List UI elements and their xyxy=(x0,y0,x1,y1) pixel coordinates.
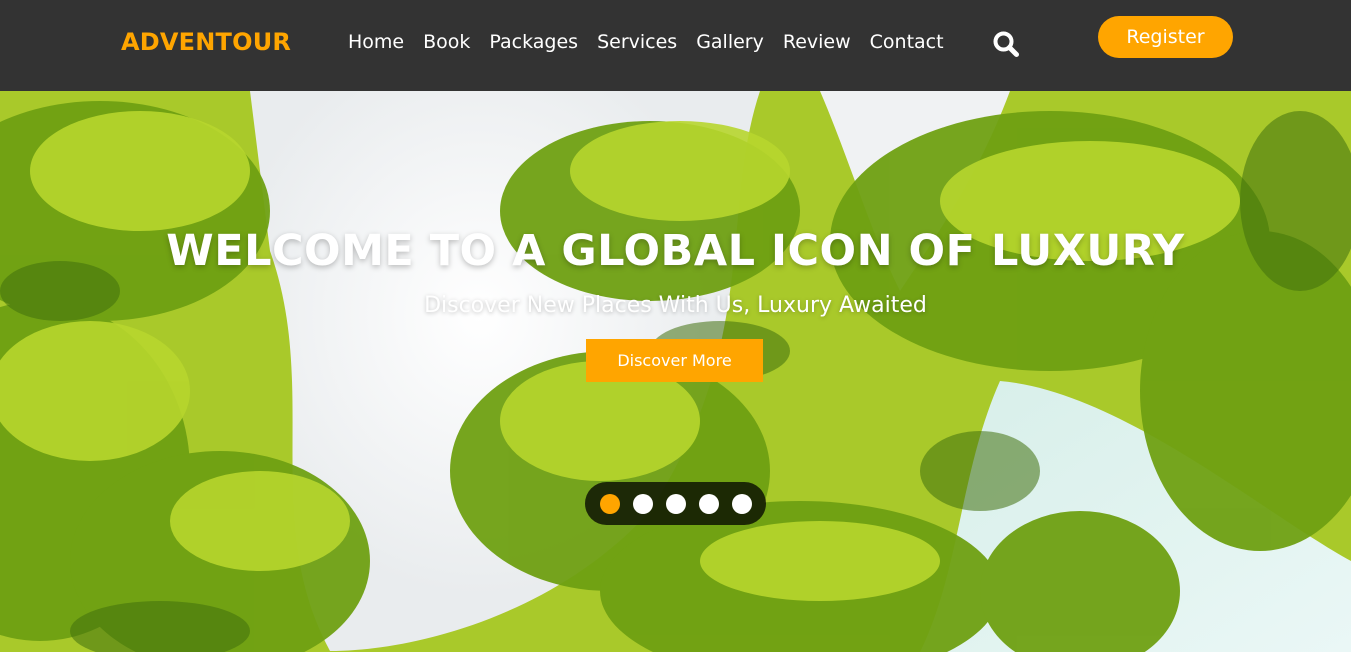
hero-banner: WELCOME TO A GLOBAL ICON OF LUXURY Disco… xyxy=(0,91,1351,652)
slider-dot-3[interactable] xyxy=(665,493,686,514)
nav-link-book[interactable]: Book xyxy=(423,31,470,53)
slider-pagination xyxy=(585,482,766,525)
discover-more-button[interactable]: Discover More xyxy=(586,339,763,382)
nav-link-contact[interactable]: Contact xyxy=(870,31,944,53)
nav-link-review[interactable]: Review xyxy=(783,31,851,53)
slider-dot-2[interactable] xyxy=(632,493,653,514)
slider-dot-1[interactable] xyxy=(599,493,620,514)
hero-subtitle: Discover New Places With Us, Luxury Awai… xyxy=(424,293,927,318)
nav-link-packages[interactable]: Packages xyxy=(489,31,578,53)
slider-dot-5[interactable] xyxy=(731,493,752,514)
brand-logo[interactable]: ADVENTOUR xyxy=(121,28,291,56)
navbar: ADVENTOUR Home Book Packages Services Ga… xyxy=(0,0,1351,91)
slider-dot-4[interactable] xyxy=(698,493,719,514)
nav-links: Home Book Packages Services Gallery Revi… xyxy=(348,31,963,53)
nav-link-services[interactable]: Services xyxy=(597,31,677,53)
register-button[interactable]: Register xyxy=(1098,16,1233,58)
hero-title: WELCOME TO A GLOBAL ICON OF LUXURY xyxy=(166,226,1185,276)
nav-link-gallery[interactable]: Gallery xyxy=(696,31,764,53)
search-icon[interactable] xyxy=(991,29,1021,59)
nav-link-home[interactable]: Home xyxy=(348,31,404,53)
